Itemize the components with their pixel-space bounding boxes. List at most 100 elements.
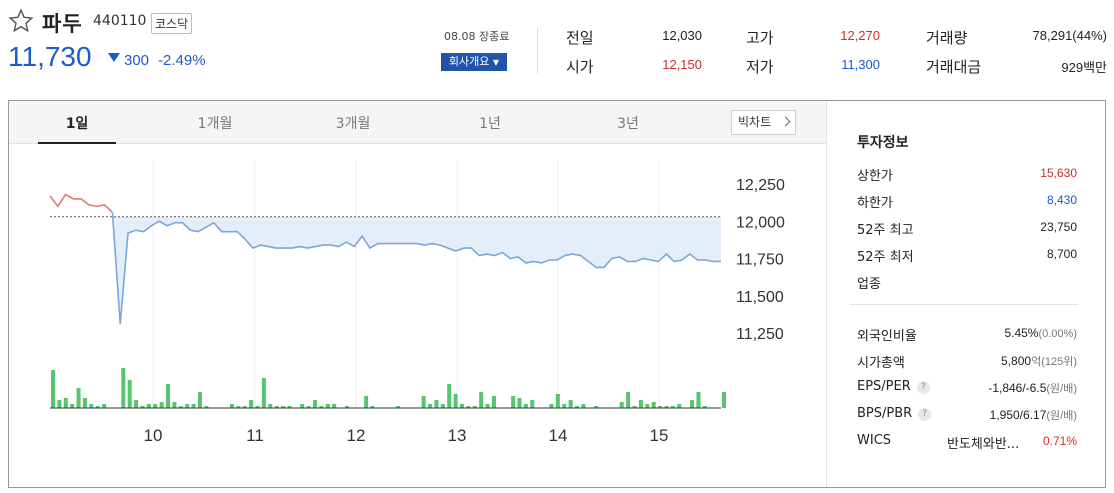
volume-bar <box>153 404 158 408</box>
volume-bar <box>722 392 726 408</box>
high52-label: 52주 최고 <box>857 223 914 238</box>
volume-bar <box>249 400 254 408</box>
volume-bar <box>690 400 695 408</box>
x-tick-label: 10 <box>144 426 163 445</box>
volume-bar <box>127 380 132 408</box>
volume-bar <box>185 404 190 408</box>
bps-pbr-unit: (원/배) <box>1046 410 1077 422</box>
market-cap-label: 시가총액 <box>857 356 905 371</box>
upper-limit-value: 15,630 <box>1040 166 1077 180</box>
help-icon[interactable]: ? <box>918 408 932 421</box>
foreign-ratio-change: (0.00%) <box>1038 328 1077 340</box>
volume-bar <box>434 400 439 408</box>
foreign-ratio: 5.45% <box>1004 326 1039 340</box>
market-cap: 5,800 <box>1001 354 1032 368</box>
bps-pbr-label: BPS/PBR? <box>857 406 932 421</box>
volume-bar <box>51 370 55 408</box>
wics-label: WICS <box>857 433 892 448</box>
volume-bar <box>364 396 369 408</box>
invest-info-title: 투자정보 <box>857 135 909 151</box>
bps-pbr-value: 1,950/6.17(원/배) <box>940 407 1077 423</box>
volume-bar <box>453 394 458 408</box>
volume-bar <box>300 404 305 408</box>
volume-bar <box>447 384 452 408</box>
volume-bar <box>549 404 554 408</box>
eps-per-text: EPS/PER <box>857 379 911 394</box>
volume-bar <box>479 392 484 408</box>
x-tick-label: 13 <box>448 426 467 445</box>
x-tick-label: 11 <box>246 426 264 445</box>
volume-bar <box>523 404 528 408</box>
volume-bar <box>626 392 631 408</box>
volume-bar <box>677 404 682 408</box>
volume-bar <box>121 368 126 408</box>
turnover-value: 929백만 <box>1061 60 1107 75</box>
volume-bar <box>146 404 151 408</box>
volume-bar <box>555 394 560 408</box>
y-tick-label: 11,500 <box>736 289 784 306</box>
volume-bar <box>159 402 164 408</box>
foreign-ratio-label: 외국인비율 <box>857 329 917 344</box>
volume-bar <box>568 400 573 408</box>
lower-limit-label: 하한가 <box>857 196 893 211</box>
volume-bar <box>325 404 330 408</box>
high52-value: 23,750 <box>1040 220 1077 234</box>
bps-pbr-text: BPS/PBR <box>857 406 913 421</box>
volume-bar <box>70 404 75 408</box>
volume-bar <box>491 396 496 408</box>
volume-bar <box>191 404 196 408</box>
volume-bar <box>268 404 273 408</box>
x-tick-label: 14 <box>549 426 568 445</box>
invest-info-panel <box>826 101 1105 487</box>
x-tick-label: 12 <box>347 426 366 445</box>
low52-value: 8,700 <box>1046 247 1077 261</box>
market-cap-value: 5,800억(125위) <box>940 353 1077 369</box>
volume-bar <box>76 388 81 408</box>
intraday-chart: 12,250 12,000 11,750 11,500 11,250 10 11 12 13 14… <box>49 160 785 445</box>
sector-label: 업종 <box>857 277 881 292</box>
wics-sector-link[interactable]: 반도체와반... <box>947 433 1019 452</box>
volume-bar <box>581 404 586 408</box>
volume-bar <box>485 404 490 408</box>
market-cap-rank: (125위) <box>1041 356 1077 368</box>
y-tick-label: 12,000 <box>736 214 785 231</box>
volume-bar <box>197 392 202 408</box>
volume-label: 거래량 <box>926 29 968 47</box>
lower-limit-value: 8,430 <box>1046 193 1077 207</box>
low52-label: 52주 최저 <box>857 250 914 265</box>
eps-per-label: EPS/PER? <box>857 379 930 394</box>
eps-per-value: -1,846/-6.5(원/배) <box>940 380 1077 396</box>
upper-limit-label: 상한가 <box>857 169 893 184</box>
x-tick-label: 15 <box>650 426 669 445</box>
volume-bar <box>638 400 643 408</box>
volume-bar <box>82 398 87 408</box>
volume-bar <box>313 400 318 408</box>
wics-change: 0.71% <box>1042 434 1077 448</box>
volume-value: 78,291(44%) <box>1032 28 1107 43</box>
eps-per-unit: (원/배) <box>1046 383 1077 395</box>
volume-bar <box>172 402 177 408</box>
volume-bar <box>530 400 535 408</box>
y-tick-label: 11,750 <box>736 252 784 269</box>
turnover-label: 거래대금 <box>926 58 982 76</box>
volume-bar <box>229 404 234 408</box>
help-icon[interactable]: ? <box>916 381 930 394</box>
volume-bar <box>440 404 445 408</box>
foreign-ratio-value: 5.45%(0.00%) <box>940 326 1077 340</box>
volume-bar <box>166 384 171 408</box>
volume-bar <box>511 396 516 408</box>
volume-bar <box>696 392 701 408</box>
volume-bar <box>517 398 522 408</box>
volume-bar <box>261 378 266 408</box>
market-cap-unit: 억 <box>1031 356 1042 368</box>
info-divider <box>850 304 1078 305</box>
bps-pbr: 1,950/6.17 <box>989 408 1047 422</box>
volume-bar <box>332 404 337 408</box>
volume-bar <box>428 404 433 408</box>
volume-bar <box>459 404 464 408</box>
volume-bar <box>134 400 139 408</box>
price-line-above <box>49 193 113 213</box>
volume-bar <box>57 400 62 408</box>
volume-bar <box>619 402 624 408</box>
volume-bar <box>421 396 426 408</box>
